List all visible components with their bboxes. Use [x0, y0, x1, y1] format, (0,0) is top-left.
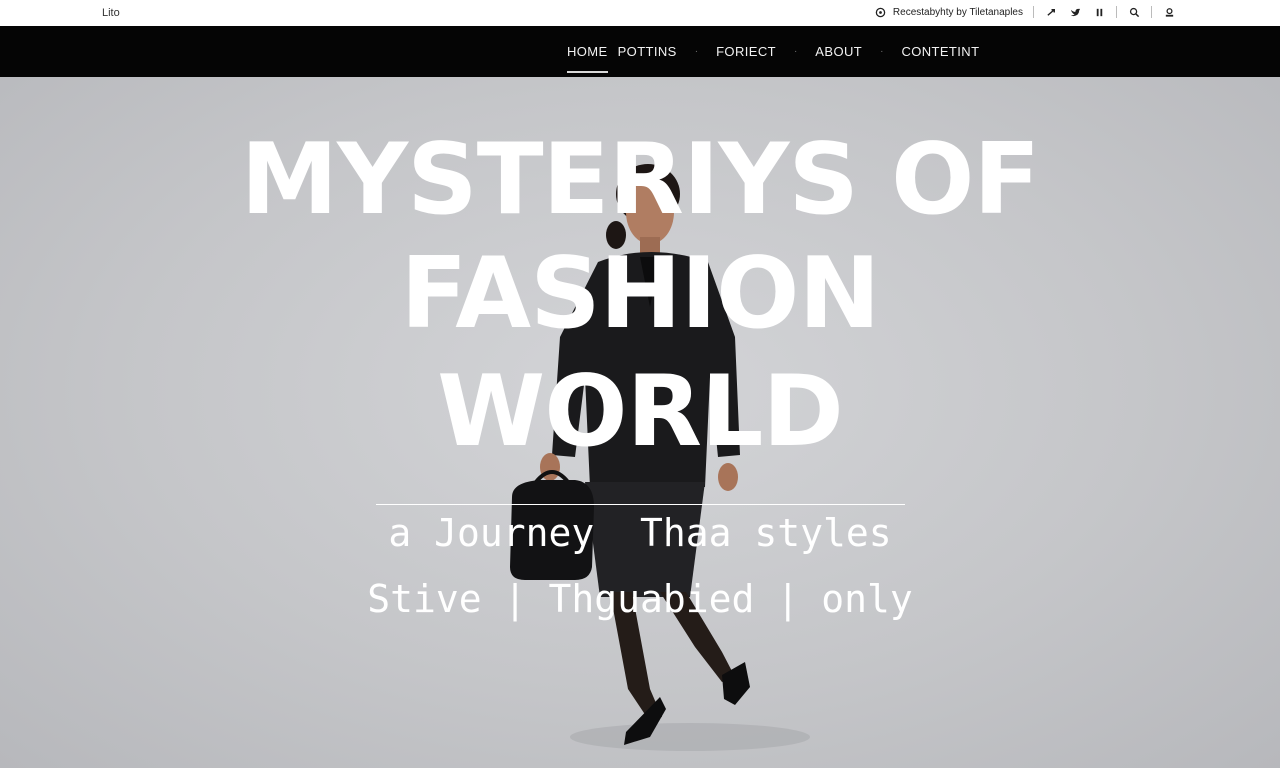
twitter-icon[interactable] [1068, 5, 1082, 19]
nav-contetint[interactable]: CONTETINT [901, 44, 979, 59]
hero-title-line-2: FASHION [400, 237, 881, 351]
divider [1033, 6, 1034, 18]
search-icon[interactable] [1127, 5, 1141, 19]
hero-tag[interactable]: Thguabied [548, 577, 754, 621]
user-icon[interactable] [1162, 5, 1176, 19]
hero-tag[interactable]: Stive [367, 577, 481, 621]
utility-right: Recestabyhty by Tiletanaples [874, 5, 1176, 19]
credit: Recestabyhty by Tiletanaples [874, 5, 1023, 19]
nav-separator: · [694, 46, 699, 57]
hero-title-line-1: MYSTERIYS OF [240, 123, 1041, 237]
nav-separator: · [880, 46, 884, 57]
nav-home[interactable]: HOME [567, 44, 608, 73]
credit-text[interactable]: Recestabyhty by Tiletanaples [893, 7, 1023, 18]
tag-separator: | [776, 577, 800, 621]
hero-subtitle: a Journey Thaa styles [388, 511, 892, 555]
main-nav: HOME POTTINS · FORIECT · ABOUT · CONTETI… [0, 26, 1280, 77]
globe-icon [874, 5, 888, 19]
divider [1116, 6, 1117, 18]
divider [1151, 6, 1152, 18]
nav-pottins[interactable]: POTTINS [618, 44, 677, 59]
hero-section: MYSTERIYS OF FASHION WORLD a Journey Tha… [0, 77, 1280, 768]
hero-divider [376, 504, 905, 505]
nav-separator: · [793, 46, 798, 57]
nav-foriect[interactable]: FORIECT [716, 44, 776, 59]
share-icon[interactable] [1044, 5, 1058, 19]
utility-bar: Lito Recestabyhty by Tiletanaples [0, 0, 1280, 26]
hero-tag[interactable]: only [821, 577, 913, 621]
pinterest-icon[interactable] [1092, 5, 1106, 19]
nav-about[interactable]: ABOUT [815, 44, 862, 59]
hero-tags: Stive | Thguabied | only [0, 577, 1280, 621]
tag-separator: | [503, 577, 527, 621]
nav-items: HOME POTTINS · FORIECT · ABOUT · CONTETI… [567, 26, 979, 77]
hero-title-line-3: WORLD [437, 355, 844, 469]
site-logo[interactable]: Lito [102, 7, 120, 19]
